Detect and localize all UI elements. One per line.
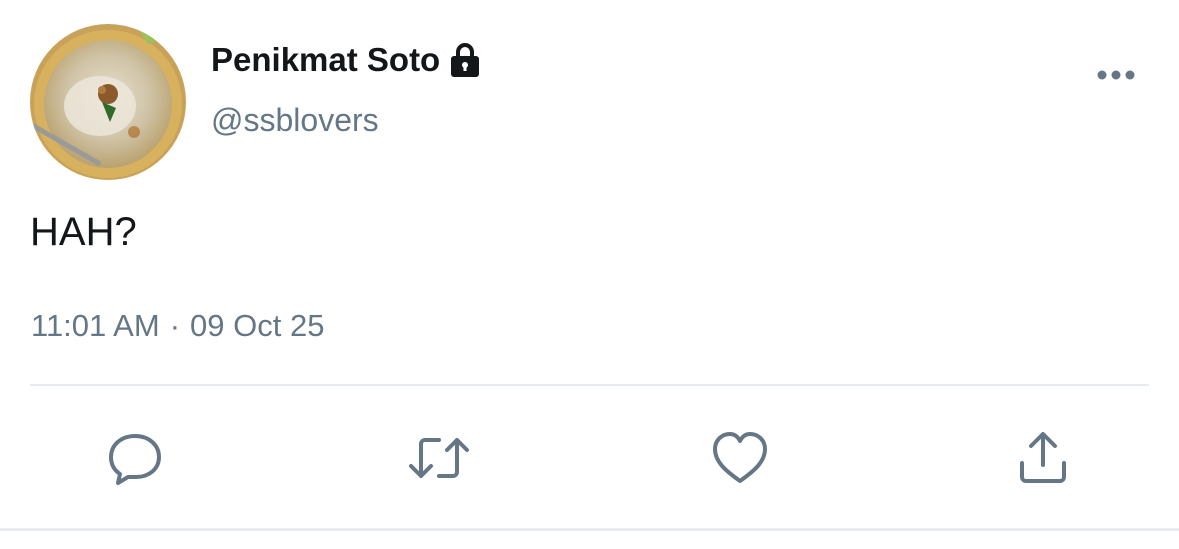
share-icon	[1020, 432, 1066, 483]
tweet-text: HAH?	[30, 210, 137, 254]
share-button[interactable]	[1011, 426, 1075, 490]
tweet-timestamp: 11:01 AM · 09 Oct 25	[31, 306, 324, 346]
divider	[30, 384, 1149, 386]
tweet-date: 09 Oct 25	[190, 308, 325, 343]
soto-bowl-avatar	[30, 24, 186, 180]
bottom-divider	[0, 528, 1179, 531]
display-name-text: Penikmat Soto	[211, 41, 441, 78]
avatar[interactable]	[30, 24, 186, 180]
author-display-name[interactable]: Penikmat Soto	[211, 40, 482, 80]
retweet-button[interactable]	[407, 426, 471, 490]
author-handle[interactable]: @ssblovers	[211, 100, 379, 140]
timestamp-separator: ·	[169, 308, 181, 343]
tweet-time: 11:01 AM	[31, 308, 160, 343]
more-options-icon[interactable]	[1094, 60, 1138, 90]
lock-icon	[448, 42, 482, 78]
reply-button[interactable]	[103, 426, 167, 490]
like-button[interactable]	[708, 426, 772, 490]
reply-icon	[109, 434, 161, 485]
heart-icon	[713, 432, 767, 483]
retweet-icon	[409, 438, 469, 478]
